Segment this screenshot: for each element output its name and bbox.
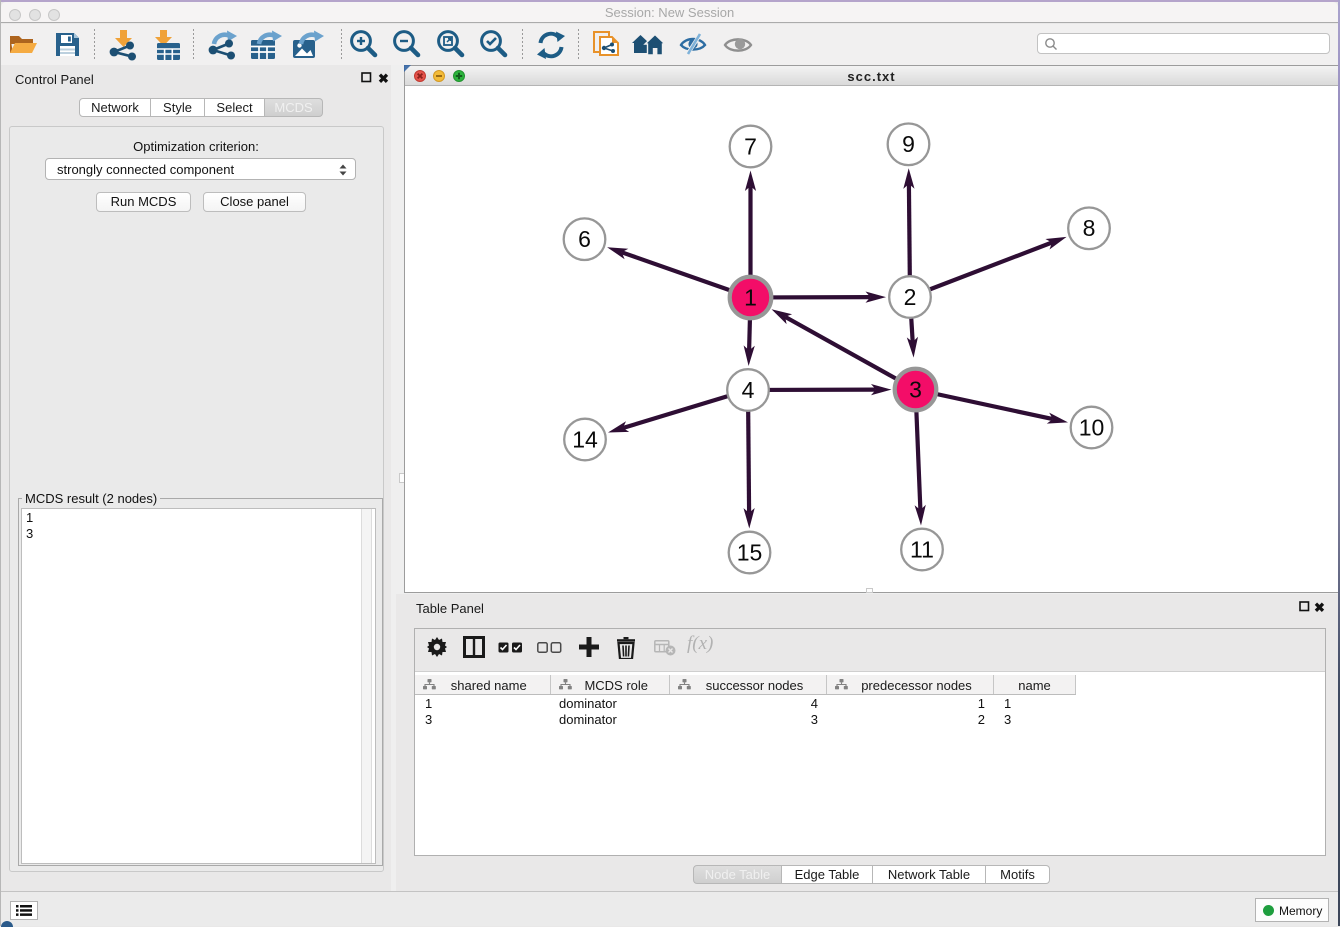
- svg-text:7: 7: [744, 133, 757, 159]
- svg-text:15: 15: [737, 539, 763, 565]
- svg-text:6: 6: [578, 226, 591, 252]
- svg-text:9: 9: [902, 131, 915, 157]
- svg-text:14: 14: [572, 426, 598, 452]
- svg-text:2: 2: [904, 284, 917, 310]
- svg-text:11: 11: [910, 536, 934, 562]
- svg-text:1: 1: [744, 284, 757, 310]
- svg-text:8: 8: [1083, 215, 1096, 241]
- svg-text:10: 10: [1079, 414, 1105, 440]
- svg-text:3: 3: [909, 376, 922, 402]
- svg-text:4: 4: [742, 377, 755, 403]
